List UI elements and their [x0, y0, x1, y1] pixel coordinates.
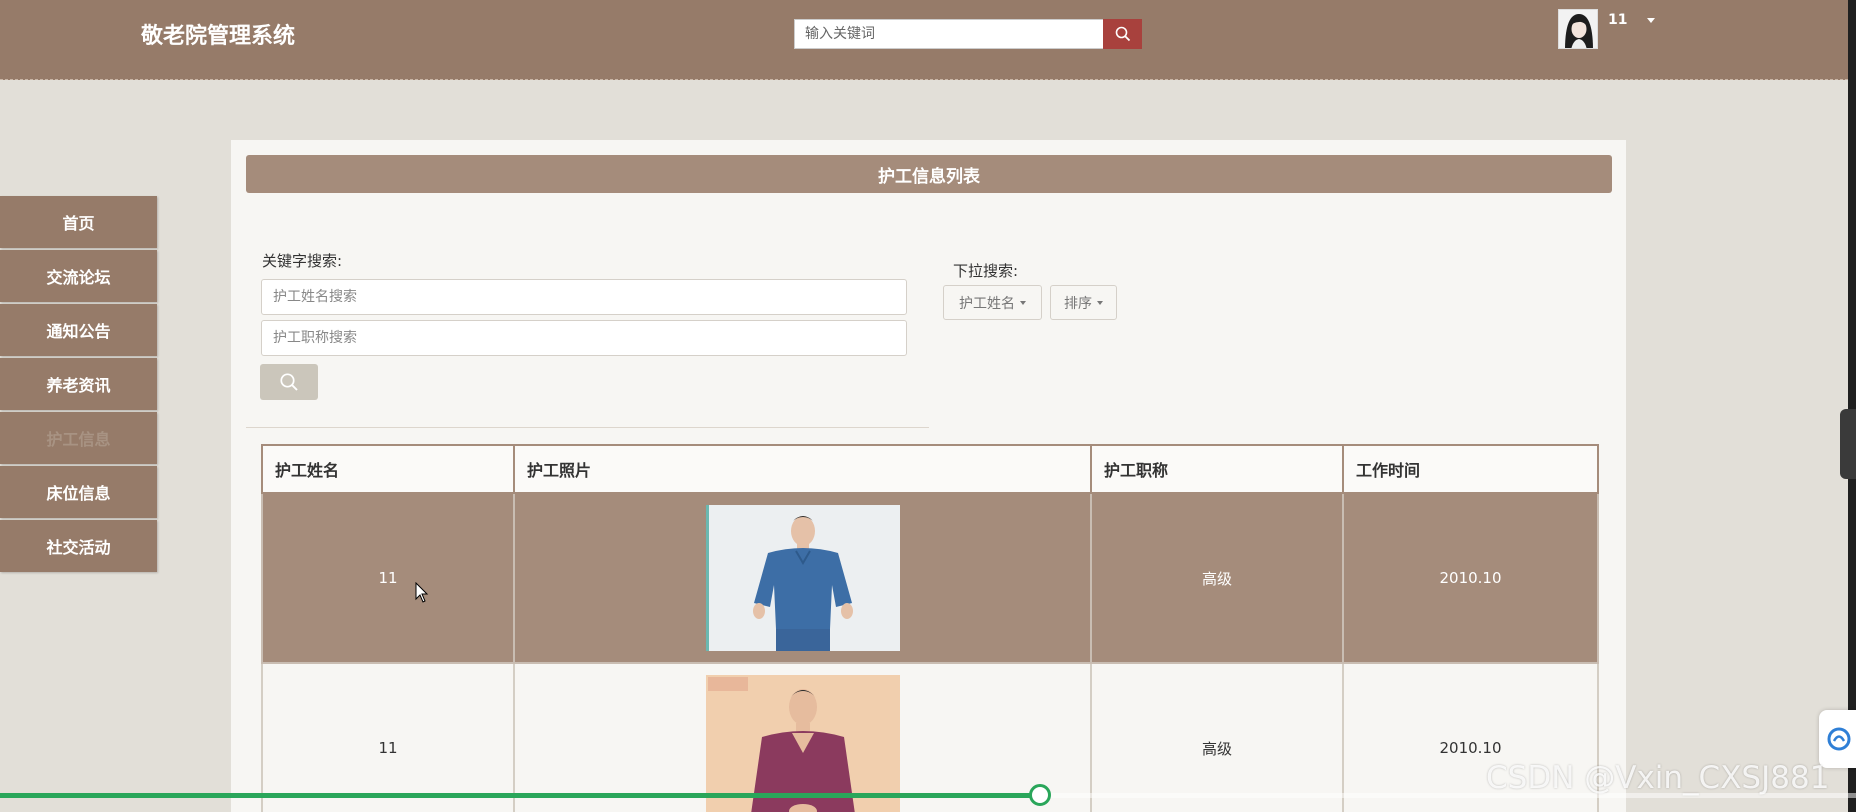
cell-title[interactable]: 高级 — [1090, 662, 1344, 812]
mouse-cursor-icon — [415, 582, 429, 603]
sidebar-item-caregivers[interactable]: 护工信息 — [0, 412, 157, 464]
sidebar-item-news[interactable]: 养老资讯 — [0, 358, 157, 410]
sort-dropdown[interactable]: 排序 — [1050, 285, 1117, 320]
column-header: 护工职称 — [1090, 444, 1344, 494]
table-row[interactable]: 11 高级 2010.10 — [261, 662, 1599, 812]
watermark: CSDN @Vxin_CXSJ881 — [1486, 760, 1830, 796]
divider — [246, 427, 929, 428]
cell-name[interactable]: 11 — [261, 492, 515, 664]
keyword-search-label: 关键字搜索: — [262, 252, 343, 270]
search-submit-button[interactable] — [260, 364, 318, 400]
dropdown-label: 排序 — [1064, 295, 1092, 312]
sidebar-nav: 首页 交流论坛 通知公告 养老资讯 护工信息 床位信息 社交活动 — [0, 196, 157, 574]
caregiver-name-search-input[interactable] — [261, 279, 907, 315]
chevron-down-icon[interactable] — [1647, 18, 1656, 23]
cell-work-time[interactable]: 2010.10 — [1342, 492, 1599, 664]
sidebar-item-notices[interactable]: 通知公告 — [0, 304, 157, 356]
user-name[interactable]: 11 — [1608, 12, 1627, 28]
search-icon — [1115, 26, 1130, 42]
page-title: 护工信息列表 — [246, 155, 1612, 193]
video-progress-handle[interactable] — [1029, 784, 1051, 806]
caregiver-table: 护工姓名 护工照片 护工职称 工作时间 11 高级 2010.10 11 高级 … — [261, 444, 1599, 812]
dropdown-label: 护工姓名 — [959, 295, 1015, 312]
caret-down-icon — [1020, 300, 1026, 305]
sidebar-item-home[interactable]: 首页 — [0, 196, 157, 248]
caregiver-name-dropdown[interactable]: 护工姓名 — [943, 285, 1042, 320]
column-header: 护工姓名 — [261, 444, 515, 494]
sidebar-item-activities[interactable]: 社交活动 — [0, 520, 157, 572]
assistant-logo-icon — [1827, 727, 1851, 751]
cell-photo[interactable] — [513, 662, 1092, 812]
search-button[interactable] — [1103, 19, 1142, 49]
side-panel-handle[interactable] — [1840, 409, 1856, 479]
top-header: 敬老院管理系统 11 — [0, 0, 1848, 80]
user-menu[interactable]: 11 — [1558, 9, 1656, 49]
app-window: 敬老院管理系统 11 — [0, 0, 1856, 812]
caregiver-photo[interactable] — [705, 675, 900, 812]
dropdown-search-label: 下拉搜索: — [953, 262, 1019, 280]
cell-photo[interactable] — [513, 492, 1092, 664]
caregiver-photo[interactable] — [705, 505, 900, 651]
table-header-row: 护工姓名 护工照片 护工职称 工作时间 — [261, 444, 1599, 494]
sidebar-item-beds[interactable]: 床位信息 — [0, 466, 157, 518]
header-search — [794, 19, 1142, 49]
window-edge — [1848, 0, 1856, 812]
video-progress-fill — [0, 793, 1040, 798]
sidebar-item-forum[interactable]: 交流论坛 — [0, 250, 157, 302]
table-row[interactable]: 11 高级 2010.10 — [261, 492, 1599, 664]
cell-name[interactable]: 11 — [261, 662, 515, 812]
avatar[interactable] — [1558, 9, 1598, 49]
main-panel: 护工信息列表 关键字搜索: 下拉搜索: 护工姓名 排序 — [231, 140, 1626, 812]
site-title: 敬老院管理系统 — [141, 24, 296, 49]
column-header: 工作时间 — [1342, 444, 1599, 494]
search-icon — [280, 373, 298, 391]
search-input[interactable] — [794, 19, 1103, 49]
cell-title[interactable]: 高级 — [1090, 492, 1344, 664]
caret-down-icon — [1097, 300, 1103, 305]
column-header: 护工照片 — [513, 444, 1092, 494]
caregiver-title-search-input[interactable] — [261, 320, 907, 356]
